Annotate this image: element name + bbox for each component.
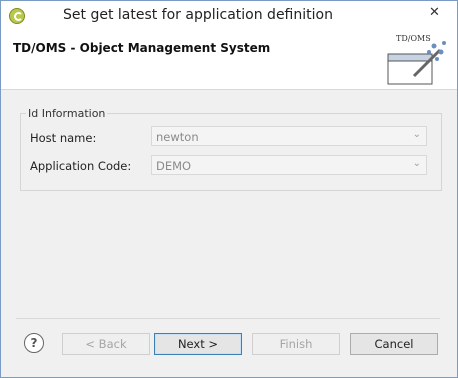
wizard-banner-icon: TD/OMS [387, 34, 446, 85]
footer-separator [16, 318, 440, 319]
close-button[interactable]: ✕ [412, 1, 457, 23]
help-icon[interactable]: ? [24, 333, 44, 353]
cancel-button[interactable]: Cancel [350, 333, 438, 355]
application-code-label: Application Code: [30, 159, 132, 173]
window-title: Set get latest for application definitio… [63, 7, 333, 23]
next-button[interactable]: Next > [154, 333, 242, 355]
application-code-select[interactable]: DEMO ⌄ [151, 155, 427, 175]
banner-title: TD/OMS - Object Management System [13, 41, 271, 55]
banner-logo-text: TD/OMS [396, 34, 431, 43]
chevron-down-icon: ⌄ [412, 129, 421, 140]
chevron-down-icon: ⌄ [412, 158, 421, 169]
host-name-label: Host name: [30, 131, 97, 145]
back-button[interactable]: < Back [62, 333, 150, 355]
app-logo-icon [9, 8, 25, 24]
id-information-group [20, 113, 442, 191]
wizard-banner: TD/OMS - Object Management System TD/OMS [1, 32, 457, 90]
application-code-value: DEMO [156, 159, 192, 173]
title-bar: Set get latest for application definitio… [1, 1, 457, 32]
host-name-value: newton [156, 130, 199, 144]
group-legend: Id Information [26, 107, 108, 120]
finish-button[interactable]: Finish [252, 333, 340, 355]
host-name-select[interactable]: newton ⌄ [151, 126, 427, 146]
